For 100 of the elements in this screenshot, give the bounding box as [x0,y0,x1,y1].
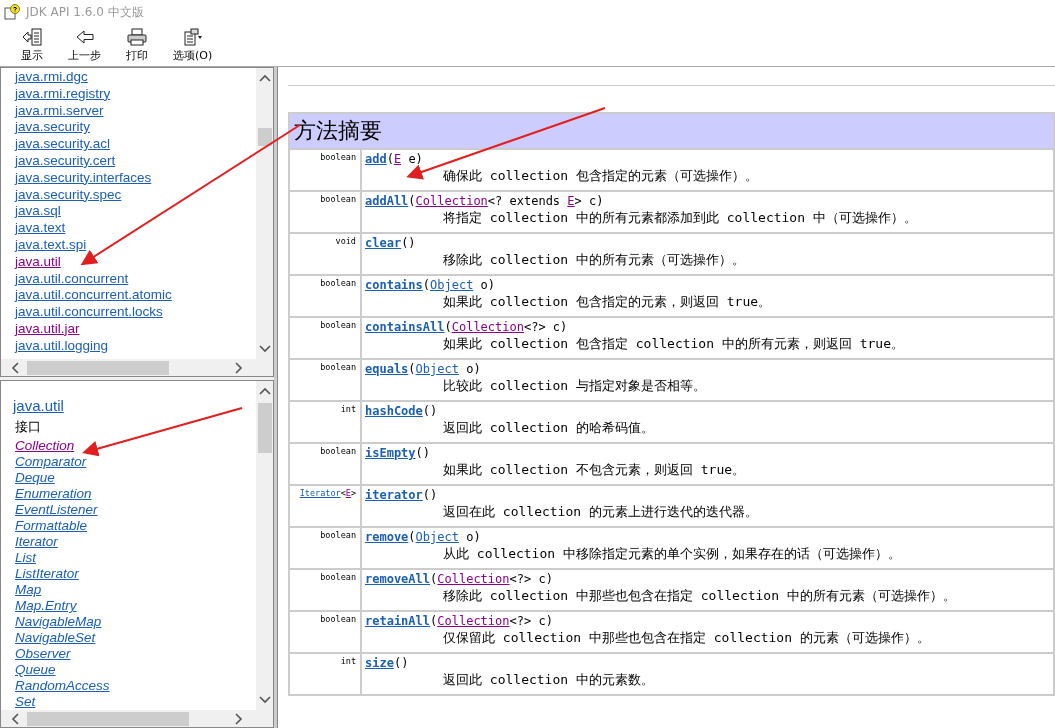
scrollbar-thumb[interactable] [257,403,272,453]
printer-icon [127,27,147,46]
type-link[interactable]: E [393,152,402,166]
help-file-icon [4,4,20,20]
interface-link[interactable]: Queue [15,662,56,678]
return-type-cell: boolean [289,149,361,191]
package-link[interactable]: java.sql [15,203,61,221]
method-signature: retainAll(Collection<?> c) [365,613,554,629]
package-link[interactable]: java.security.spec [15,186,122,204]
method-signature: containsAll(Collection<?> c) [365,319,569,335]
package-link[interactable]: java.security.acl [15,136,111,153]
interface-link[interactable]: Iterator [15,534,58,550]
method-link[interactable]: add [365,152,387,166]
type-link[interactable]: Object [430,278,474,292]
method-signature: size() [365,655,410,671]
package-link[interactable]: java.security.cert [15,153,116,170]
return-type-cell: int [289,653,361,695]
interface-link[interactable]: NavigableMap [15,614,102,630]
type-link[interactable]: E [345,488,351,498]
method-link[interactable]: isEmpty [365,446,416,460]
type-link[interactable]: Collection [415,194,488,208]
method-description: 将指定 collection 中的所有元素都添加到此 collection 中（可选操作）。 [442,209,918,227]
package-link[interactable]: java.util.concurrent.atomic [15,287,172,305]
method-link[interactable]: equals [365,362,409,376]
method-link[interactable]: containsAll [365,320,445,334]
toolbar-button[interactable]: 打印 [115,24,159,66]
type-link[interactable]: Collection [451,320,524,334]
method-signature: addAll(Collection<? extends E> c) [365,193,605,209]
type-link[interactable]: Iterator [299,488,341,498]
interface-link[interactable]: Deque [15,470,55,486]
method-link[interactable]: removeAll [365,572,431,586]
method-link[interactable]: contains [365,278,423,292]
method-description: 返回此 collection 的哈希码值。 [442,419,655,437]
vertical-scrollbar[interactable] [256,68,273,359]
package-link[interactable]: java.util.concurrent [15,270,129,288]
method-description: 如果此 collection 包含指定的元素，则返回 true。 [442,293,773,311]
back-arrow-icon [74,27,95,46]
return-type-cell: boolean [289,191,361,233]
package-link[interactable]: java.util.concurrent.locks [15,304,163,321]
interface-link[interactable]: Map.Entry [15,598,77,614]
toolbar-button[interactable]: 显示 [10,24,54,66]
method-link[interactable]: remove [365,530,409,544]
method-link[interactable]: clear [365,236,402,250]
return-type-cell: boolean [289,275,361,317]
method-link[interactable]: retainAll [365,614,431,628]
method-signature: iterator() [365,487,439,503]
return-type-cell: Iterator<E> [289,485,361,527]
package-link[interactable]: java.text [15,220,66,237]
package-link[interactable]: java.rmi.registry [15,85,111,103]
vertical-scrollbar[interactable] [256,381,273,710]
interface-link[interactable]: RandomAccess [15,678,110,694]
package-link[interactable]: java.text.spi [15,236,87,254]
method-description: 比较此 collection 与指定对象是否相等。 [442,377,707,395]
type-link[interactable]: E [567,194,575,208]
window-title: JDK API 1.6.0 中文版 [26,3,144,21]
package-link[interactable]: java.util [15,253,61,271]
type-link[interactable]: Collection [437,614,510,628]
method-link[interactable]: addAll [365,194,409,208]
type-link[interactable]: Collection [437,572,510,586]
method-link[interactable]: iterator [365,488,423,502]
method-description: 移除此 collection 中的所有元素（可选操作）。 [442,251,746,269]
method-link[interactable]: hashCode [365,404,423,418]
interface-link[interactable]: Formattable [15,518,88,534]
package-link[interactable]: java.security.interfaces [15,169,152,187]
type-link[interactable]: Object [415,530,459,544]
horizontal-scrollbar[interactable] [1,359,273,376]
interface-link[interactable]: NavigableSet [15,630,96,646]
scrollbar-thumb[interactable] [257,128,272,146]
interface-link[interactable]: List [15,550,36,566]
toolbar-button[interactable]: 选项(O) [167,24,219,66]
method-signature: hashCode() [365,403,439,419]
method-description: 确保此 collection 包含指定的元素（可选操作）。 [442,167,759,185]
method-description: 如果此 collection 不包含元素，则返回 true。 [442,461,747,479]
interface-link[interactable]: Set [15,694,36,710]
package-link[interactable]: java.rmi.server [15,102,104,120]
method-description: 返回在此 collection 的元素上进行迭代的迭代器。 [442,503,759,521]
package-title-link[interactable]: java.util [13,397,64,414]
interface-link[interactable]: Comparator [15,454,87,470]
package-link[interactable]: java.util.logging [15,337,109,355]
method-summary-heading: 方法摘要 [289,113,1054,149]
return-type-cell: boolean [289,611,361,653]
interface-link[interactable]: EventListener [15,502,98,518]
interface-link[interactable]: Observer [15,646,71,662]
type-link[interactable]: Object [415,362,459,376]
return-type-cell: boolean [289,317,361,359]
interface-link[interactable]: Map [15,582,42,598]
toolbar-button[interactable]: 上一步 [62,24,107,66]
interface-link[interactable]: Enumeration [15,486,92,502]
method-signature: remove(Object o) [365,529,482,545]
interface-link[interactable]: Collection [15,438,75,454]
scroll-left-icon [11,361,19,374]
package-link[interactable]: java.util.jar [15,320,80,338]
package-link[interactable]: java.rmi.dgc [15,69,88,86]
scroll-down-icon [258,696,271,704]
horizontal-scrollbar[interactable] [1,710,273,727]
method-link[interactable]: size [365,656,394,670]
options-icon [182,27,203,46]
interface-link[interactable]: ListIterator [15,566,79,582]
scroll-up-icon [258,74,271,82]
package-link[interactable]: java.security [15,119,91,137]
